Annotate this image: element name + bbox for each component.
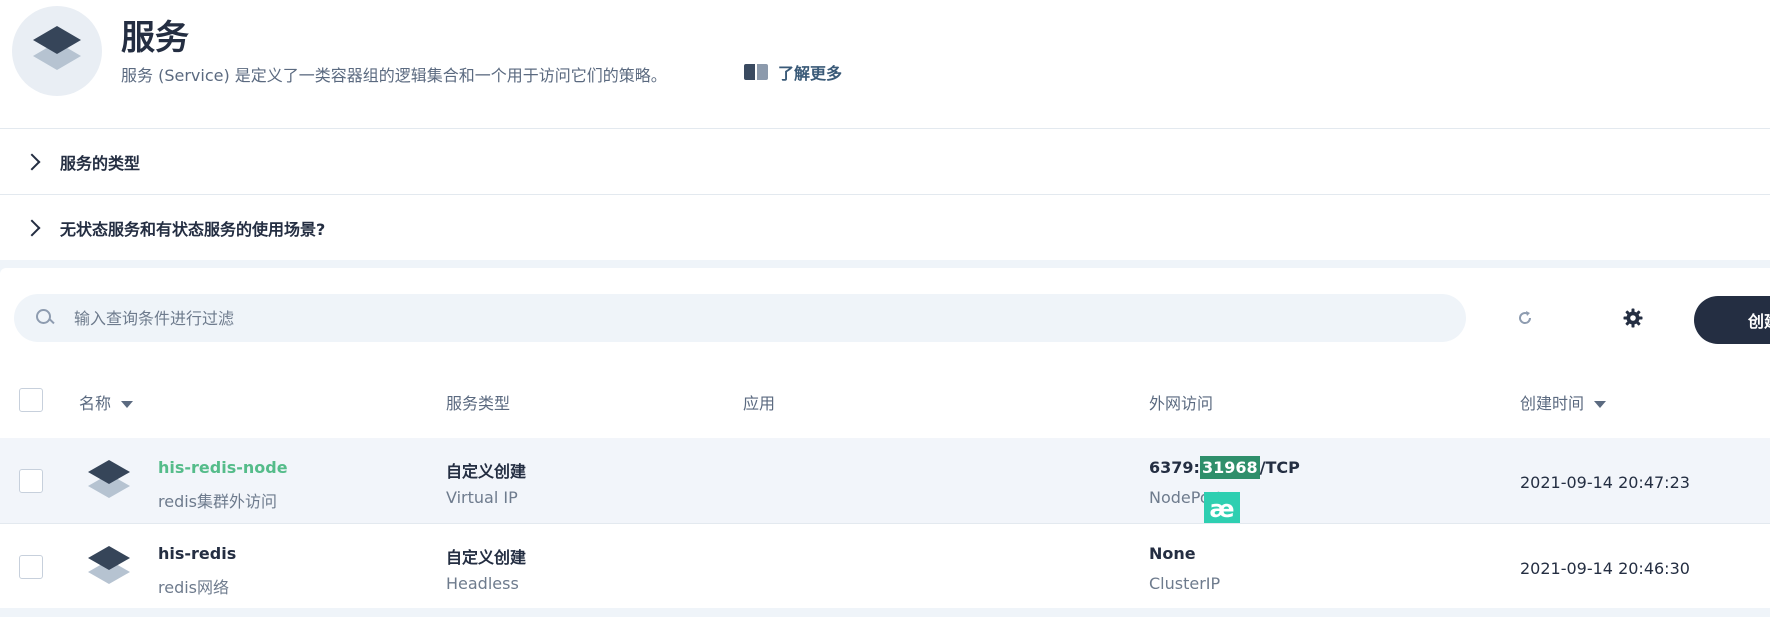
column-header-external-access: 外网访问 [1149, 394, 1214, 413]
service-name-link[interactable]: his-redis [158, 544, 236, 563]
created-time: 2021-09-14 20:46:30 [1520, 559, 1690, 578]
table-row[interactable]: his-redis redis网络 自定义创建 Headless None Cl… [0, 523, 1770, 608]
column-label: 名称 [79, 394, 112, 413]
service-description: redis集群外访问 [158, 492, 278, 511]
column-header-app: 应用 [743, 394, 776, 413]
collapse-service-types[interactable]: 服务的类型 [0, 128, 1770, 194]
external-access-type: ClusterIP [1149, 574, 1221, 593]
gear-icon [1623, 308, 1643, 328]
row-checkbox[interactable] [19, 469, 43, 493]
access-port-prefix: 6379: [1149, 458, 1200, 477]
chevron-right-icon [23, 219, 41, 236]
page-title: 服务 [121, 18, 189, 58]
created-time: 2021-09-14 20:47:23 [1520, 473, 1690, 492]
service-type-main: 自定义创建 [446, 548, 527, 567]
service-type-sub: Virtual IP [446, 488, 518, 507]
external-access-value: 6379: 31968/TCP [1149, 456, 1300, 479]
column-header-service-type: 服务类型 [446, 394, 511, 413]
column-header-name[interactable]: 名称 [79, 390, 134, 414]
create-button[interactable]: 创建 [1694, 296, 1770, 344]
sort-caret-icon[interactable] [121, 401, 134, 408]
access-protocol: /TCP [1259, 458, 1300, 477]
page-description: 服务 (Service) 是定义了一类容器组的逻辑集合和一个用于访问它们的策略。 [121, 66, 667, 85]
column-label: 创建时间 [1520, 394, 1585, 413]
service-type-main: 自定义创建 [446, 462, 527, 481]
select-all-checkbox[interactable] [19, 388, 43, 412]
table-header: 名称 服务类型 应用 外网访问 创建时间 [0, 362, 1770, 438]
chevron-right-icon [23, 153, 41, 170]
service-icon [88, 546, 130, 584]
service-name-link[interactable]: his-redis-node [158, 458, 288, 477]
sort-caret-icon[interactable] [1594, 401, 1607, 408]
search-bar [14, 294, 1466, 342]
refresh-button[interactable] [1512, 305, 1538, 331]
service-description: redis网络 [158, 578, 230, 597]
collapse-label: 服务的类型 [60, 153, 141, 173]
settings-button[interactable] [1618, 303, 1648, 333]
learn-more-label: 了解更多 [778, 64, 843, 83]
service-type-sub: Headless [446, 574, 519, 593]
column-header-created-time[interactable]: 创建时间 [1520, 390, 1607, 414]
external-access-value: None [1149, 544, 1196, 563]
page-header: 服务 服务 (Service) 是定义了一类容器组的逻辑集合和一个用于访问它们的… [0, 0, 1770, 128]
access-node-port-highlighted: 31968 [1199, 456, 1260, 479]
service-hero-icon [12, 6, 102, 96]
service-icon [88, 460, 130, 498]
collapse-label: 无状态服务和有状态服务的使用场景? [60, 219, 326, 239]
toolbar: 创建 [0, 268, 1770, 362]
collapse-stateless-stateful[interactable]: 无状态服务和有状态服务的使用场景? [0, 194, 1770, 260]
table-row[interactable]: his-redis-node redis集群外访问 自定义创建 Virtual … [0, 438, 1770, 526]
overlay-badge: æ [1204, 492, 1240, 526]
learn-more-link[interactable]: 了解更多 [744, 60, 842, 84]
search-icon [36, 309, 54, 327]
search-input[interactable] [74, 294, 1454, 342]
row-checkbox[interactable] [19, 555, 43, 579]
refresh-icon [1519, 311, 1532, 324]
book-icon [744, 63, 768, 81]
